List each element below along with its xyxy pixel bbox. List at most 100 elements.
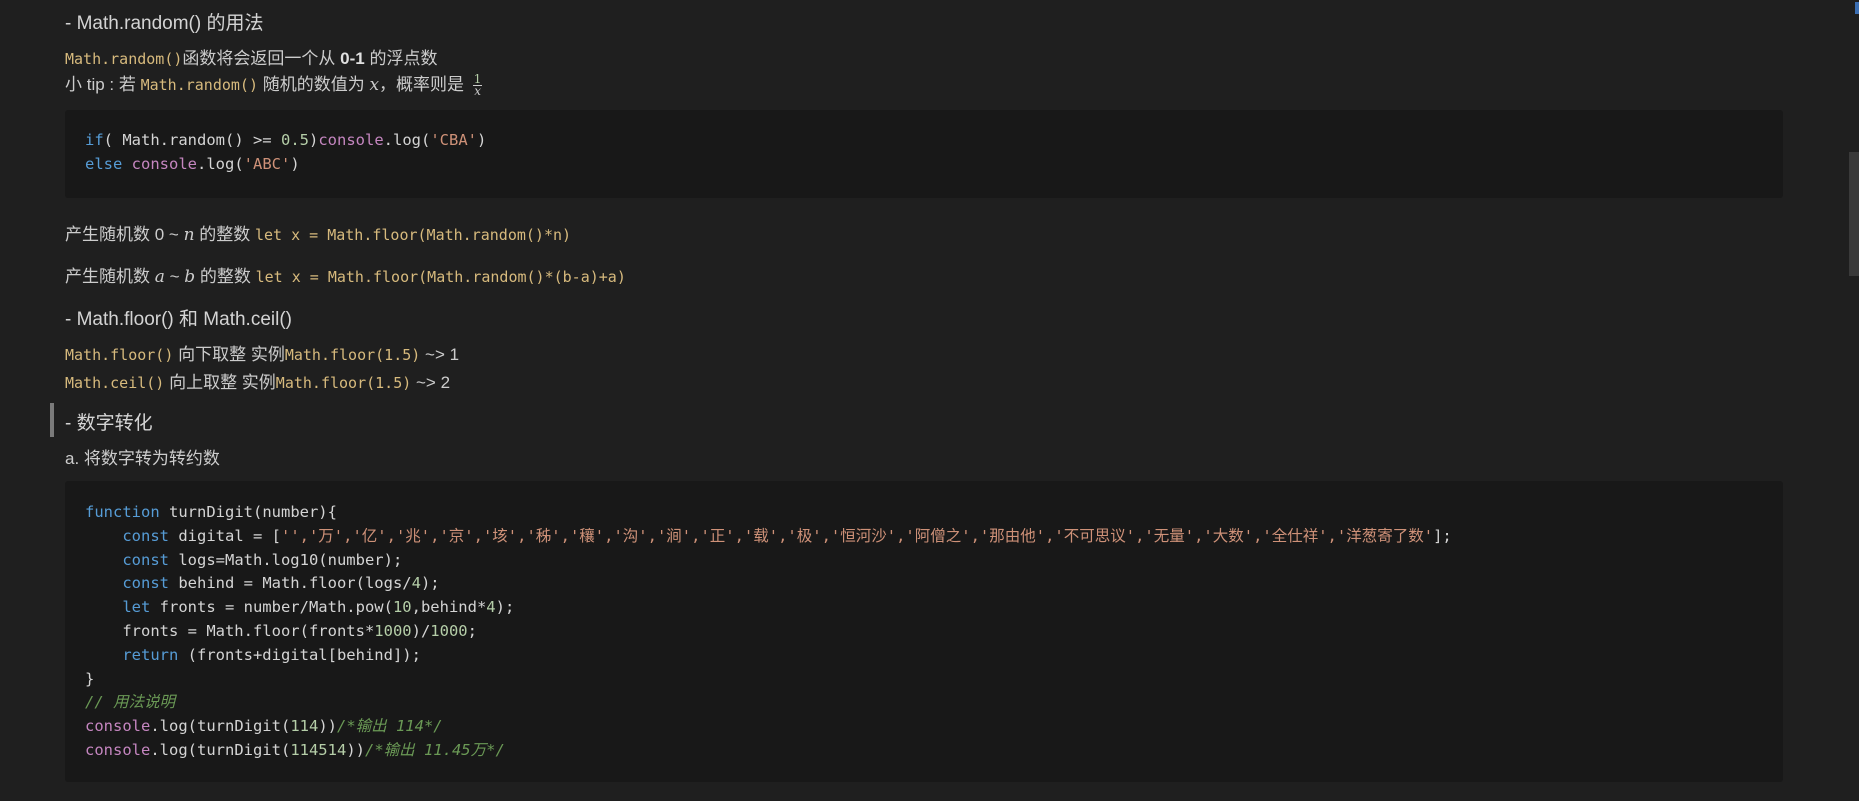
- tip-text-c: ，概率则是: [379, 75, 469, 94]
- code-token: ): [290, 154, 300, 173]
- random-ab-text-a: 产生随机数: [65, 267, 155, 286]
- code-token: return: [122, 645, 188, 664]
- code-token: );: [420, 574, 440, 593]
- code-token: function: [85, 503, 169, 521]
- code-token: )): [318, 717, 337, 736]
- math-var-b: b: [184, 267, 196, 287]
- fraction-denominator: x: [474, 84, 481, 99]
- code-token: '','万','亿','兆','京','垓','秭','穰','沟','涧','…: [280, 526, 1434, 545]
- heading-number-conversion: - 数字转化: [65, 413, 153, 434]
- math-random-description: Math.random()函数将会返回一个从 0-1 的浮点数: [65, 44, 437, 69]
- math-var-x: x: [369, 75, 380, 95]
- code-token: )/: [411, 621, 431, 640]
- inline-code-math-floor: Math.floor(): [65, 346, 174, 364]
- random-0-n-line: 产生随机数 0 ~ n 的整数 let x = Math.floor(Math.…: [65, 220, 571, 245]
- scrollbar-thumb[interactable]: [1849, 152, 1859, 276]
- code-token: 114: [290, 717, 319, 736]
- code-token: );: [495, 598, 515, 617]
- random-ab-sep: ~: [164, 267, 185, 286]
- code-token: 114514: [290, 740, 347, 759]
- ceil-text: 向上取整 实例: [164, 373, 276, 392]
- blockquote-bar: [50, 403, 54, 437]
- code-line: const logs=Math.log10(number);: [85, 549, 1783, 573]
- code-line: console.log(turnDigit(114514))/*输出 11.45…: [85, 739, 1783, 763]
- random-0n-text-b: 的整数: [194, 225, 255, 244]
- code-token: /*输出 11.45万*/: [364, 740, 505, 759]
- code-token: else: [85, 154, 132, 173]
- code-token: logs=Math.log10(number);: [178, 550, 403, 569]
- code-token: console: [131, 154, 197, 173]
- description-text-b: 的浮点数: [364, 49, 438, 68]
- code-line: let fronts = number/Math.pow(10,behind*4…: [85, 596, 1783, 620]
- floor-line: Math.floor() 向下取整 实例Math.floor(1.5) ~> 1: [65, 340, 459, 365]
- bold-range: 0-1: [340, 49, 365, 68]
- scrollbar-cursor-marker: [1855, 2, 1859, 14]
- code-token: 4: [411, 574, 421, 593]
- ceil-result: ~> 2: [411, 373, 451, 392]
- inline-code-random-0-n: let x = Math.floor(Math.random()*n): [254, 226, 572, 244]
- code-line: // 用法说明: [85, 691, 1783, 715]
- code-token: 0.5: [280, 131, 309, 149]
- code-block-random-example[interactable]: if( Math.random() >= 0.5)console.log('CB…: [65, 110, 1783, 198]
- inline-code-math-ceil: Math.ceil(): [65, 374, 165, 392]
- code-line: else console.log('ABC'): [85, 153, 1783, 177]
- fraction-one-over-x: 1x: [472, 73, 483, 99]
- code-token: ];: [1433, 526, 1452, 545]
- code-token: 'ABC': [243, 154, 291, 173]
- code-line: if( Math.random() >= 0.5)console.log('CB…: [85, 129, 1783, 153]
- code-token: fronts = Math.floor(fronts*: [85, 621, 375, 640]
- heading-math-random: - Math.random() 的用法: [65, 13, 264, 34]
- code-line: function turnDigit(number){: [85, 501, 1783, 525]
- code-token: ;: [467, 621, 477, 640]
- code-token: ,behind*: [411, 598, 487, 617]
- description-text-a: 函数将会返回一个从: [182, 49, 341, 68]
- code-token: digital = [: [178, 526, 281, 545]
- tip-text-b: 随机的数值为: [257, 75, 370, 94]
- inline-code-math-random-tip: Math.random(): [140, 76, 258, 94]
- code-token: /*输出 114*/: [336, 717, 443, 736]
- code-line: return (fronts+digital[behind]);: [85, 644, 1783, 668]
- inline-code-ceil-example: Math.floor(1.5): [275, 374, 412, 392]
- code-token: 4: [486, 598, 496, 617]
- sub-heading-convert: a. 将数字转为转约数: [65, 449, 220, 468]
- tip-text-a: 小 tip : 若: [65, 75, 141, 94]
- code-line: }: [85, 668, 1783, 692]
- code-token: }: [85, 669, 95, 688]
- code-token: .log(: [383, 131, 431, 149]
- code-token: console: [85, 717, 151, 736]
- code-token: )): [346, 740, 365, 759]
- math-var-a: a: [154, 267, 165, 287]
- code-token: ): [477, 131, 487, 149]
- code-token: console: [85, 740, 151, 759]
- code-token: ): [308, 131, 319, 149]
- code-token: const: [122, 526, 179, 545]
- code-token: 10: [392, 598, 412, 617]
- code-token: const: [122, 574, 179, 593]
- code-token: (fronts+digital[behind]);: [187, 645, 421, 664]
- floor-result: ~> 1: [420, 345, 460, 364]
- code-token: 1000: [430, 621, 468, 640]
- code-block-turn-digit[interactable]: function turnDigit(number){ const digita…: [65, 481, 1783, 782]
- inline-code-math-random: Math.random(): [65, 50, 183, 68]
- code-token: console: [318, 131, 384, 149]
- code-line: fronts = Math.floor(fronts*1000)/1000;: [85, 620, 1783, 644]
- code-token: // 用法说明: [85, 693, 175, 712]
- code-token: let: [122, 598, 160, 617]
- code-line: console.log(turnDigit(114))/*输出 114*/: [85, 715, 1783, 739]
- math-var-n: n: [183, 225, 195, 245]
- code-line: const behind = Math.floor(logs/4);: [85, 572, 1783, 596]
- code-token: ( Math.random() >=: [103, 131, 281, 149]
- code-line: const digital = ['','万','亿','兆','京','垓',…: [85, 525, 1783, 549]
- inline-code-floor-example: Math.floor(1.5): [284, 346, 421, 364]
- code-token: 1000: [374, 621, 412, 640]
- floor-text: 向下取整 实例: [173, 345, 285, 364]
- code-token: const: [122, 550, 179, 569]
- random-ab-text-b: 的整数: [195, 267, 256, 286]
- inline-code-random-a-b: let x = Math.floor(Math.random()*(b-a)+a…: [255, 268, 626, 286]
- code-token: .log(turnDigit(: [150, 740, 291, 759]
